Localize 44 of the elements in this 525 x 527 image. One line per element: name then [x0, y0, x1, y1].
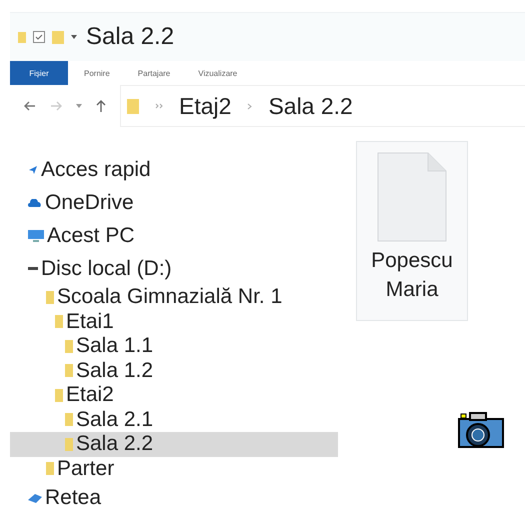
ribbon-tab[interactable]: Pornire	[72, 61, 122, 85]
breadcrumb[interactable]: Etaj2	[179, 92, 232, 120]
ribbon-tab[interactable]: Fișier	[10, 61, 68, 85]
up-arrow-icon[interactable]	[96, 100, 106, 112]
back-arrow-icon[interactable]	[24, 101, 36, 111]
cloud-icon	[28, 198, 42, 206]
chevron-icon	[247, 102, 252, 110]
tree-item[interactable]: Sala 1.2	[10, 358, 338, 383]
folder-icon	[65, 340, 73, 353]
tree-item[interactable]: OneDrive	[10, 186, 338, 219]
tree-item[interactable]: Sala 1.1	[10, 334, 338, 358]
tree-item[interactable]: Sala 2.1	[10, 408, 338, 432]
folder-icon	[65, 438, 73, 451]
tree-item[interactable]: Parter	[10, 456, 338, 481]
chevron-icon	[155, 103, 163, 109]
forward-arrow-icon[interactable]	[50, 101, 62, 111]
camera-icon	[458, 411, 504, 449]
network-icon	[28, 492, 42, 502]
ribbon-tab[interactable]: Partajare	[126, 61, 182, 85]
address-bar[interactable]: Etaj2 Sala 2.2	[120, 85, 525, 127]
folder-icon	[127, 98, 139, 114]
tree-item[interactable]: Etai1	[10, 310, 338, 334]
folder-icon	[55, 315, 63, 328]
tree-item[interactable]: Acces rapid	[10, 153, 338, 186]
document-icon	[377, 152, 447, 242]
tree-item[interactable]: Sala 2.2	[10, 432, 338, 456]
pin-icon	[28, 164, 38, 174]
tree-item[interactable]: Acest PC	[10, 219, 338, 252]
dropdown-icon[interactable]	[71, 34, 77, 40]
ribbon-tab[interactable]: Vizualizare	[186, 61, 250, 85]
tree-item[interactable]: Etai2	[10, 383, 338, 408]
tree-item[interactable]: Retea	[10, 481, 338, 514]
folder-icon	[65, 413, 73, 426]
tree-item[interactable]: Disc local (D:)	[10, 252, 338, 285]
checkbox-icon[interactable]	[33, 31, 45, 43]
tree-item[interactable]: Scoala Gimnazială Nr. 1	[10, 285, 338, 310]
folder-icon	[46, 290, 54, 304]
monitor-icon	[28, 230, 44, 242]
breadcrumb[interactable]: Sala 2.2	[268, 92, 353, 120]
folder-icon	[65, 364, 73, 378]
folder-icon	[46, 462, 54, 476]
file-item[interactable]: Popescu Maria	[356, 141, 468, 321]
window-title: Sala 2.2	[86, 23, 174, 51]
folder-icon	[55, 388, 63, 402]
